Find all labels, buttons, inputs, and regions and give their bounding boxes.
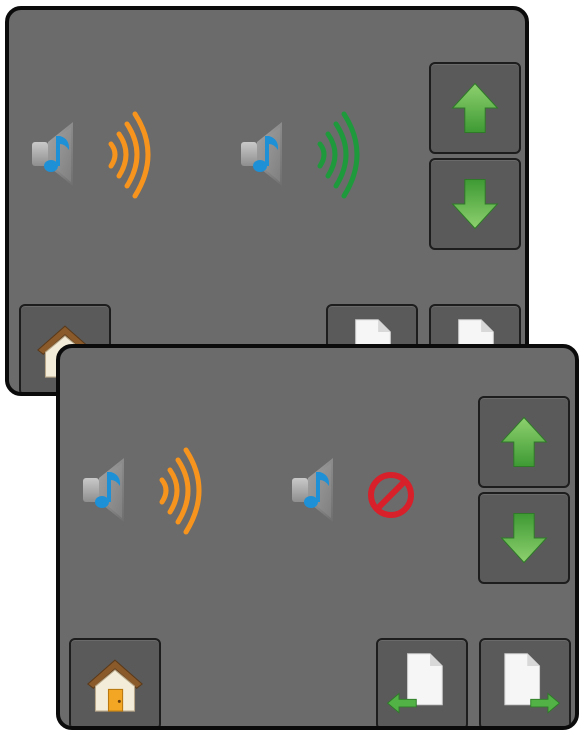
page-next-icon bbox=[504, 653, 561, 714]
speaker-volume-icon[interactable] bbox=[238, 104, 378, 204]
speaker-volume-icon[interactable] bbox=[80, 440, 220, 540]
scroll-up-button[interactable] bbox=[478, 396, 570, 488]
scroll-down-button[interactable] bbox=[478, 492, 570, 584]
scroll-up-button[interactable] bbox=[429, 62, 521, 154]
speaker-muted-icon[interactable] bbox=[289, 440, 429, 540]
arrow-up-icon bbox=[501, 417, 547, 467]
scroll-down-button[interactable] bbox=[429, 158, 521, 250]
page-previous-button[interactable] bbox=[376, 638, 468, 726]
screen-panel-after bbox=[56, 344, 579, 730]
page-previous-icon bbox=[386, 653, 443, 714]
screen-panel-before bbox=[5, 6, 529, 396]
speaker-volume-icon[interactable] bbox=[29, 104, 169, 204]
arrow-down-icon bbox=[452, 179, 498, 229]
arrow-up-icon bbox=[452, 83, 498, 133]
page-next-button[interactable] bbox=[479, 638, 571, 726]
home-button[interactable] bbox=[69, 638, 161, 726]
home-icon bbox=[87, 659, 143, 712]
arrow-down-icon bbox=[501, 513, 547, 563]
